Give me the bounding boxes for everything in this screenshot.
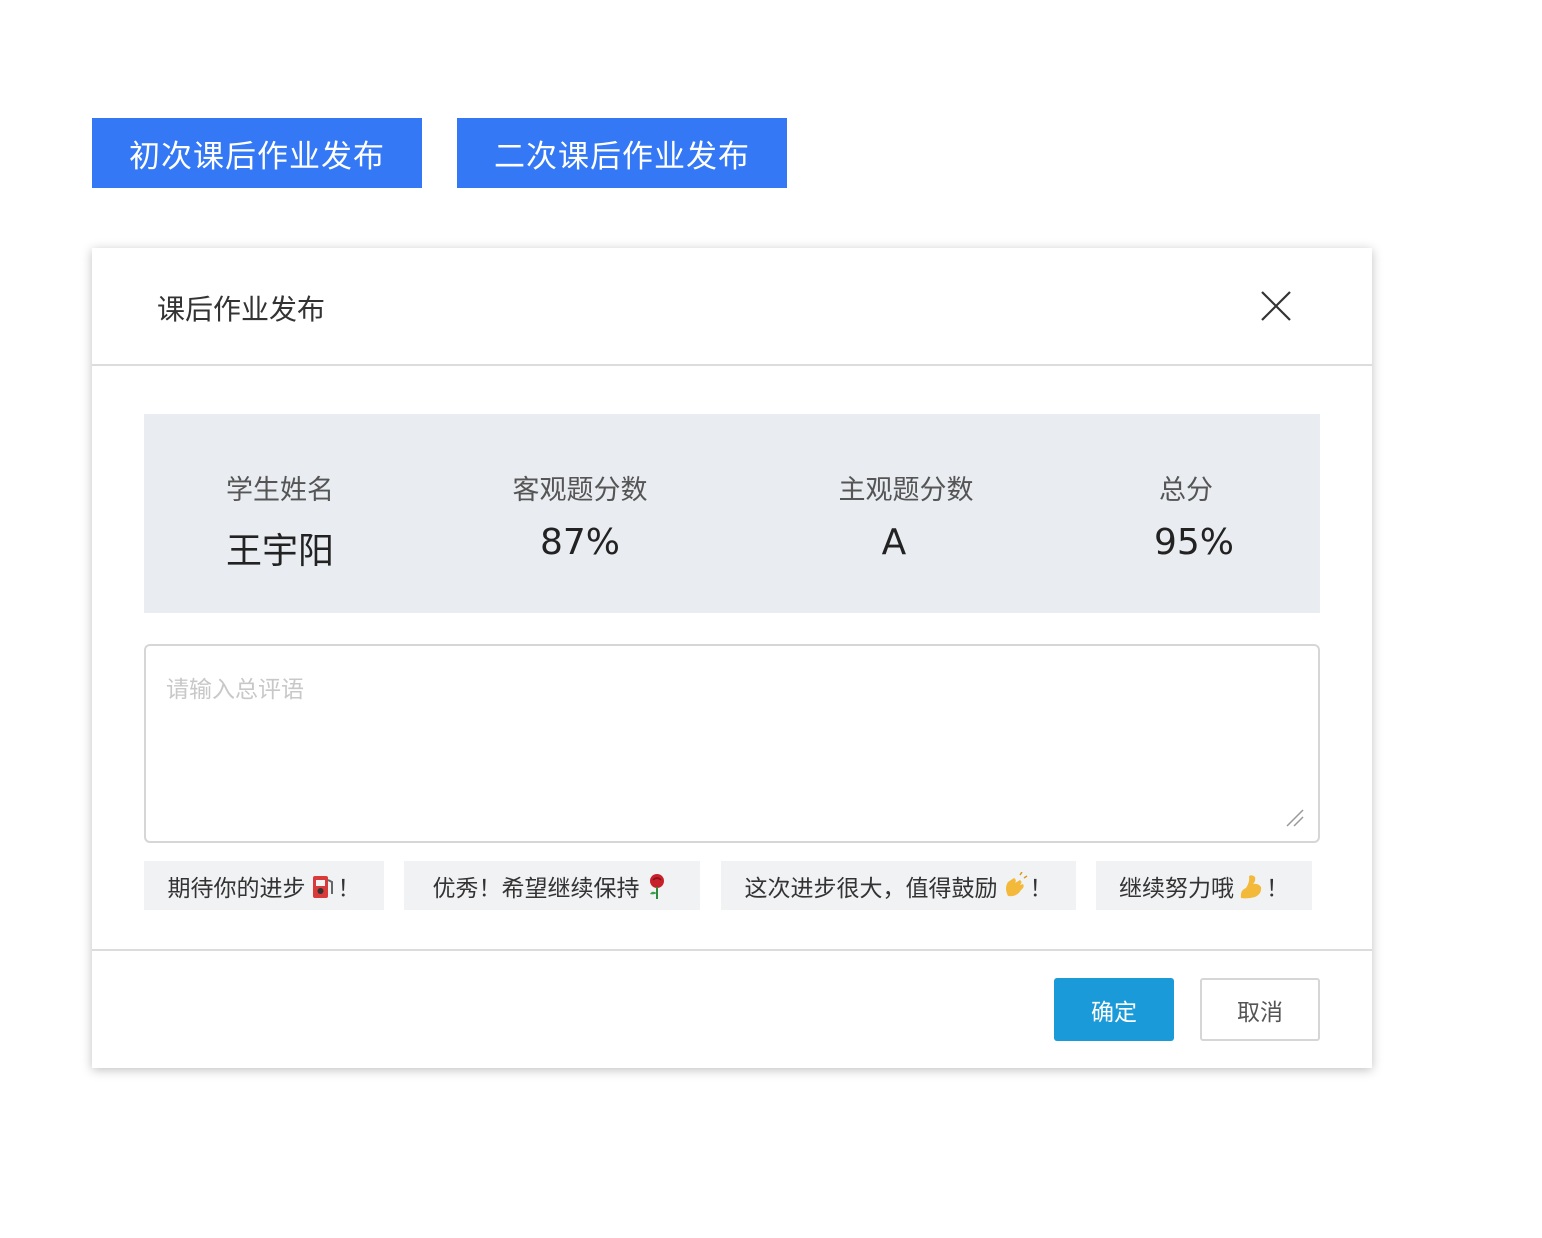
rose-icon — [649, 873, 664, 899]
clapping-hands-icon — [1005, 871, 1027, 896]
chip-suffix: ！ — [1029, 875, 1053, 902]
chip-text: 期待你的进步 — [167, 875, 306, 902]
second-homework-publish-button[interactable]: 二次课后作业发布 — [457, 118, 787, 188]
score-value: 95% — [1153, 522, 1234, 563]
score-label: 主观题分数 — [838, 475, 974, 506]
score-col-student-name: 学生姓名 王宇阳 — [150, 414, 410, 613]
score-col-subjective: 主观题分数 A — [776, 414, 1036, 613]
confirm-button[interactable]: 确定 — [1054, 978, 1174, 1041]
fuel-pump-icon — [312, 875, 333, 898]
chip-text: 优秀！希望继续保持 — [432, 875, 640, 902]
score-value: A — [881, 522, 907, 563]
score-summary-panel: 学生姓名 王宇阳 客观题分数 87% 主观题分数 A 总分 95% — [144, 414, 1320, 613]
homework-publish-dialog: 课后作业发布 学生姓名 王宇阳 客观题分数 87% 主观题分数 A 总分 95% — [92, 248, 1372, 1068]
score-label: 学生姓名 — [226, 475, 334, 506]
dialog-title: 课后作业发布 — [157, 293, 326, 326]
chip-suffix: ！ — [337, 875, 361, 902]
quick-comment-chip[interactable]: 期待你的进步 ！ — [144, 861, 384, 910]
close-button[interactable] — [1258, 288, 1294, 324]
cancel-button[interactable]: 取消 — [1200, 978, 1320, 1041]
first-homework-publish-button[interactable]: 初次课后作业发布 — [92, 118, 422, 188]
dialog-header: 课后作业发布 — [92, 248, 1372, 366]
overall-comment-input[interactable] — [144, 644, 1320, 843]
footer-divider — [92, 949, 1372, 951]
chip-text: 继续努力哦 — [1119, 875, 1234, 902]
score-label: 总分 — [1159, 475, 1213, 506]
chip-text: 这次进步很大，值得鼓励 — [744, 875, 998, 902]
score-col-objective: 客观题分数 87% — [450, 414, 710, 613]
score-label: 客观题分数 — [512, 475, 648, 506]
chip-suffix: ！ — [1266, 875, 1289, 902]
close-icon — [1261, 291, 1291, 321]
quick-comment-chip[interactable]: 优秀！希望继续保持 — [404, 861, 700, 910]
flexed-biceps-icon — [1240, 874, 1262, 898]
quick-comment-chip[interactable]: 继续努力哦 ！ — [1096, 861, 1312, 910]
score-value: 87% — [539, 522, 620, 563]
resize-handle-icon[interactable] — [1283, 806, 1305, 828]
quick-comment-chip[interactable]: 这次进步很大，值得鼓励 ！ — [721, 861, 1076, 910]
score-col-total: 总分 95% — [1056, 414, 1316, 613]
score-value: 王宇阳 — [225, 531, 334, 572]
